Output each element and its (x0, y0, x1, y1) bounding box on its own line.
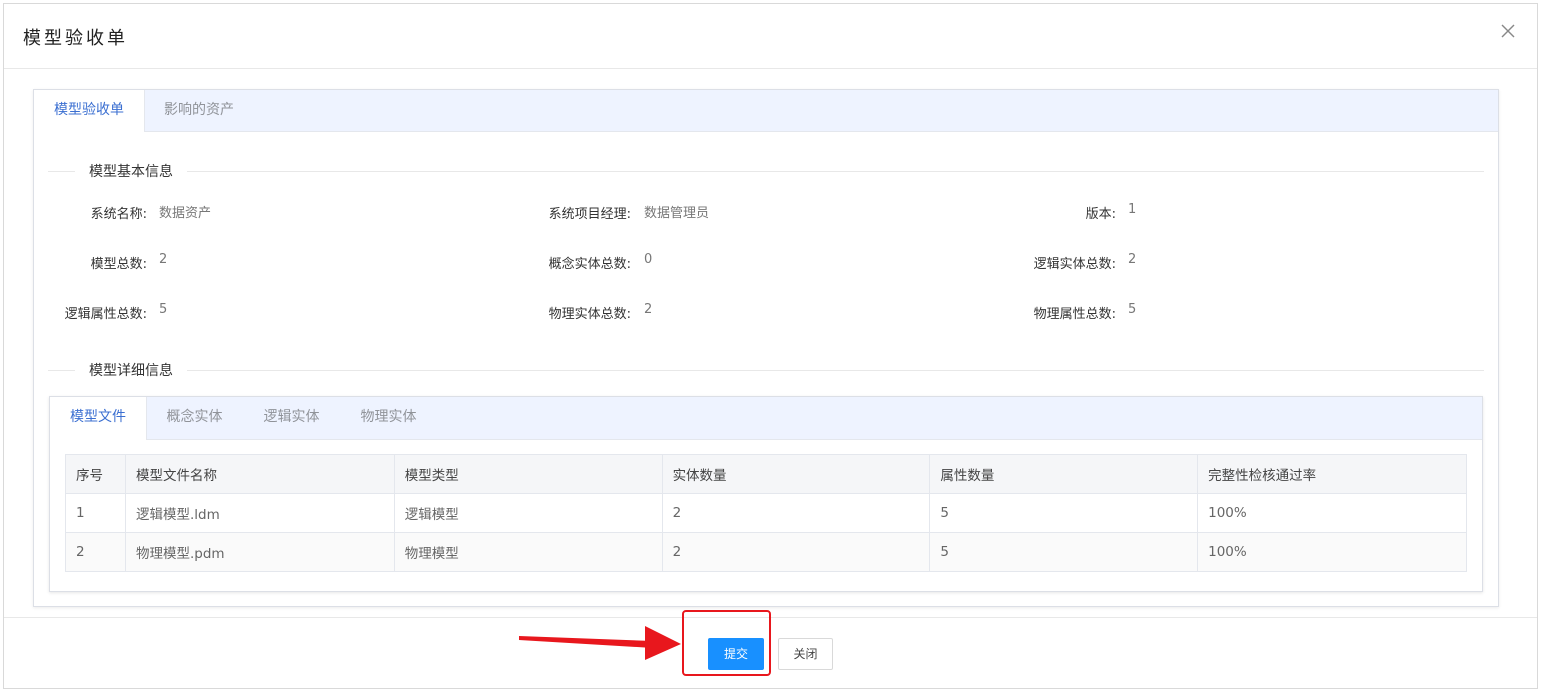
concept-entity-total-value: 0 (644, 252, 653, 267)
tab-model-file[interactable]: 模型文件 (50, 397, 147, 440)
detail-info-title: 模型详细信息 (75, 360, 187, 380)
basic-info-title: 模型基本信息 (75, 161, 187, 181)
detail-tab-bar: 模型文件 概念实体 逻辑实体 物理实体 (50, 397, 1482, 440)
model-file-table: 序号 模型文件名称 模型类型 实体数量 属性数量 完整性检核通过率 1 逻辑模型… (65, 454, 1467, 572)
detail-info-divider (48, 370, 1484, 371)
tab-physical-entity[interactable]: 物理实体 (340, 397, 437, 438)
table-row[interactable]: 2 物理模型.pdm 物理模型 2 5 100% (65, 532, 1467, 572)
project-manager-value: 数据管理员 (644, 206, 710, 221)
close-icon[interactable] (1499, 22, 1517, 40)
table-cell: 逻辑模型 (393, 493, 663, 533)
table-cell: 物理模型 (393, 532, 663, 572)
column-header: 实体数量 (661, 454, 931, 494)
table-cell: 2 (661, 532, 931, 572)
column-header: 序号 (65, 454, 126, 494)
arrow-icon (519, 626, 681, 660)
logic-entity-total-label: 逻辑实体总数: (1033, 257, 1116, 272)
system-name-value: 数据资产 (159, 206, 212, 221)
logic-entity-total-value: 2 (1128, 252, 1137, 267)
modal-header: 模型验收单 (4, 4, 1537, 69)
physical-attr-total-value: 5 (1128, 302, 1137, 317)
table-cell: 物理模型.pdm (124, 532, 395, 572)
detail-card: 模型文件 概念实体 逻辑实体 物理实体 序号 模型文件名称 模型类型 实体数量 … (49, 396, 1483, 592)
table-cell: 100% (1197, 493, 1467, 533)
modal-title: 模型验收单 (23, 28, 128, 49)
acceptance-card: 模型验收单 影响的资产 模型基本信息 系统名称: 数据资产 系统项目经理: 数据… (33, 89, 1499, 607)
concept-entity-total-label: 概念实体总数: (548, 257, 631, 272)
physical-attr-total-label: 物理属性总数: (1033, 307, 1116, 322)
model-total-value: 2 (159, 252, 168, 267)
physical-entity-total-value: 2 (644, 302, 653, 317)
tab-affected-assets[interactable]: 影响的资产 (144, 90, 254, 131)
version-value: 1 (1128, 202, 1137, 217)
basic-info-divider (48, 171, 1484, 172)
table-row[interactable]: 1 逻辑模型.ldm 逻辑模型 2 5 100% (65, 493, 1467, 533)
project-manager-label: 系统项目经理: (548, 207, 631, 222)
table-cell: 逻辑模型.ldm (124, 493, 395, 533)
tab-concept-entity[interactable]: 概念实体 (146, 397, 243, 438)
modal-dialog: 模型验收单 模型验收单 影响的资产 模型基本信息 系统名称: 数据资产 系统项目… (3, 3, 1538, 689)
logic-attr-total-value: 5 (159, 302, 168, 317)
close-button[interactable]: 关闭 (778, 638, 833, 670)
column-header: 完整性检核通过率 (1197, 454, 1467, 494)
table-cell: 5 (929, 493, 1199, 533)
model-total-label: 模型总数: (90, 257, 147, 272)
tab-acceptance-form[interactable]: 模型验收单 (34, 90, 145, 132)
annotation-highlight-box (682, 610, 771, 676)
table-cell: 2 (65, 532, 126, 572)
table-cell: 100% (1197, 532, 1467, 572)
physical-entity-total-label: 物理实体总数: (548, 307, 631, 322)
version-label: 版本: (1085, 207, 1116, 222)
tab-logic-entity[interactable]: 逻辑实体 (243, 397, 340, 438)
column-header: 属性数量 (929, 454, 1199, 494)
table-cell: 2 (661, 493, 931, 533)
table-cell: 1 (65, 493, 126, 533)
logic-attr-total-label: 逻辑属性总数: (64, 307, 147, 322)
column-header: 模型文件名称 (124, 454, 395, 494)
main-tab-bar: 模型验收单 影响的资产 (34, 90, 1498, 132)
table-header-row: 序号 模型文件名称 模型类型 实体数量 属性数量 完整性检核通过率 (65, 454, 1467, 494)
system-name-label: 系统名称: (90, 207, 147, 222)
column-header: 模型类型 (393, 454, 663, 494)
table-cell: 5 (929, 532, 1199, 572)
